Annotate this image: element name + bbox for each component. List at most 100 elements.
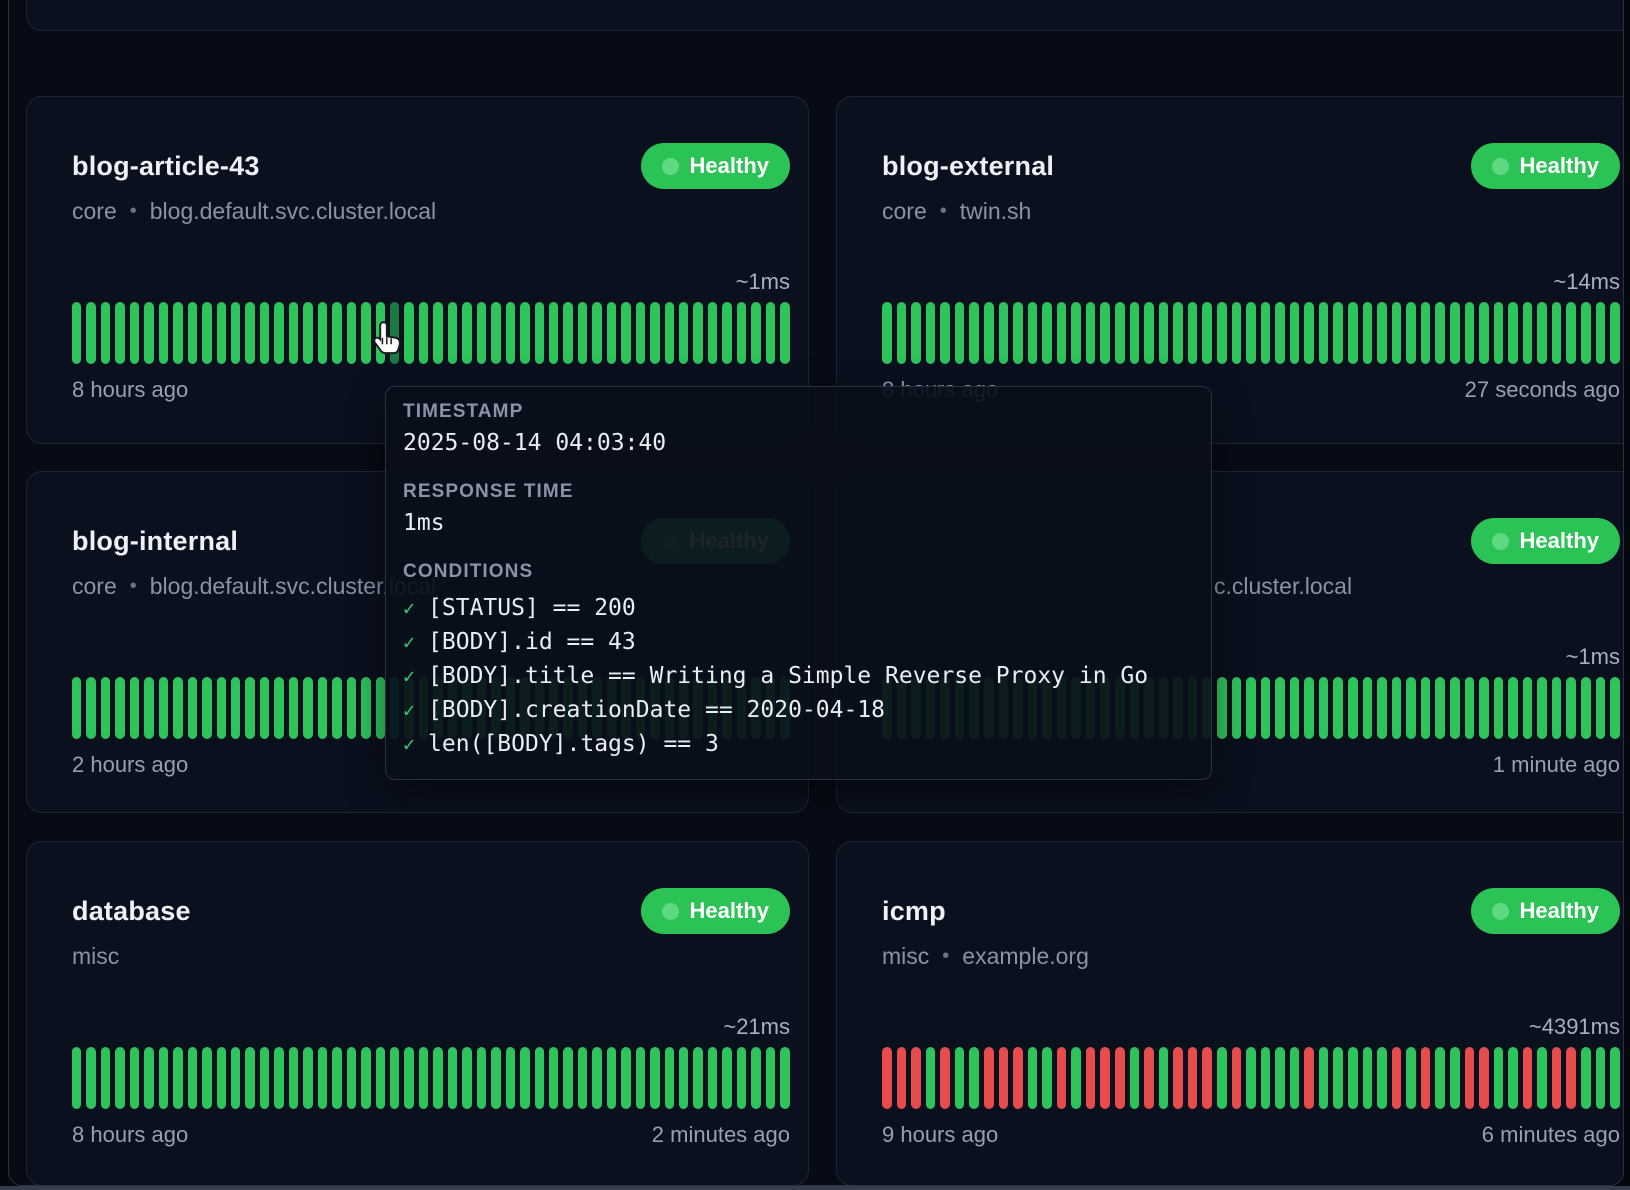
uptime-bar-up[interactable] <box>607 302 616 364</box>
uptime-bar-up[interactable] <box>159 1047 168 1109</box>
uptime-bar-up[interactable] <box>115 677 124 739</box>
uptime-bar-up[interactable] <box>1159 1047 1169 1109</box>
uptime-bar-up[interactable] <box>318 677 327 739</box>
partial-card-above[interactable] <box>26 0 1624 31</box>
uptime-bar-up[interactable] <box>592 1047 601 1109</box>
uptime-bar-up[interactable] <box>592 302 601 364</box>
uptime-bar-up[interactable] <box>1450 1047 1460 1109</box>
uptime-bar-up[interactable] <box>144 677 153 739</box>
uptime-bar-up[interactable] <box>520 302 529 364</box>
uptime-bar-up[interactable] <box>578 302 587 364</box>
uptime-bar-up[interactable] <box>1348 677 1358 739</box>
uptime-bar-down[interactable] <box>911 1047 921 1109</box>
uptime-bar-up[interactable] <box>1421 677 1431 739</box>
uptime-bar-up[interactable] <box>1581 677 1591 739</box>
uptime-bar-down[interactable] <box>1479 1047 1489 1109</box>
uptime-bar-up[interactable] <box>173 1047 182 1109</box>
uptime-bar-up[interactable] <box>419 1047 428 1109</box>
uptime-bar-up[interactable] <box>1596 1047 1606 1109</box>
uptime-bar-up[interactable] <box>999 302 1009 364</box>
uptime-bar-up[interactable] <box>390 1047 399 1109</box>
uptime-bar-up[interactable] <box>1319 302 1329 364</box>
uptime-bar-up[interactable] <box>940 302 950 364</box>
uptime-bar-up[interactable] <box>636 302 645 364</box>
uptime-bar-up[interactable] <box>563 1047 572 1109</box>
service-card-icmp[interactable]: icmpHealthymisc•example.org~4391ms9 hour… <box>836 841 1624 1186</box>
uptime-bar-up[interactable] <box>101 302 110 364</box>
uptime-bar-up[interactable] <box>86 677 95 739</box>
uptime-bar-up[interactable] <box>477 302 486 364</box>
uptime-bar-up[interactable] <box>535 1047 544 1109</box>
uptime-bar-up[interactable] <box>1042 302 1052 364</box>
uptime-bar-up[interactable] <box>188 1047 197 1109</box>
uptime-bar-up[interactable] <box>1566 677 1576 739</box>
uptime-bar-up[interactable] <box>506 1047 515 1109</box>
uptime-bar-down[interactable] <box>1013 1047 1023 1109</box>
uptime-bar-up[interactable] <box>969 302 979 364</box>
uptime-bar-up[interactable] <box>86 1047 95 1109</box>
uptime-bar-up[interactable] <box>693 1047 702 1109</box>
uptime-bar-up[interactable] <box>1130 1047 1140 1109</box>
uptime-bar-up[interactable] <box>607 1047 616 1109</box>
uptime-bar-up[interactable] <box>1071 1047 1081 1109</box>
uptime-bar-down[interactable] <box>1115 1047 1125 1109</box>
uptime-bar-up[interactable] <box>361 1047 370 1109</box>
uptime-bar-up[interactable] <box>780 302 789 364</box>
uptime-bar-up[interactable] <box>722 1047 731 1109</box>
uptime-bar-up[interactable] <box>1217 1047 1227 1109</box>
uptime-bar-up[interactable] <box>708 302 717 364</box>
uptime-bar-up[interactable] <box>231 1047 240 1109</box>
uptime-bar-up[interactable] <box>1028 302 1038 364</box>
uptime-bar-down[interactable] <box>1144 1047 1154 1109</box>
uptime-bar-up[interactable] <box>751 302 760 364</box>
uptime-bar-down[interactable] <box>897 1047 907 1109</box>
uptime-bar-up[interactable] <box>693 302 702 364</box>
uptime-bar-up[interactable] <box>1188 302 1198 364</box>
uptime-bar-up[interactable] <box>1494 677 1504 739</box>
uptime-bar-up[interactable] <box>245 1047 254 1109</box>
uptime-bar-up[interactable] <box>1537 302 1547 364</box>
uptime-bar-up[interactable] <box>448 302 457 364</box>
uptime-bar-up[interactable] <box>1537 1047 1547 1109</box>
uptime-bar-down[interactable] <box>1392 1047 1402 1109</box>
uptime-bar-up[interactable] <box>1610 1047 1620 1109</box>
uptime-bar-up[interactable] <box>1508 302 1518 364</box>
uptime-bar-up[interactable] <box>969 1047 979 1109</box>
uptime-bar-up[interactable] <box>1435 1047 1445 1109</box>
uptime-bar-down[interactable] <box>1465 1047 1475 1109</box>
uptime-bar-up[interactable] <box>274 677 283 739</box>
uptime-bar-up[interactable] <box>1348 302 1358 364</box>
uptime-bar-up[interactable] <box>1406 302 1416 364</box>
uptime-bar-down[interactable] <box>1202 1047 1212 1109</box>
uptime-bar-up[interactable] <box>1363 302 1373 364</box>
uptime-bar-up[interactable] <box>751 1047 760 1109</box>
uptime-bar-up[interactable] <box>1508 677 1518 739</box>
uptime-bar-up[interactable] <box>1319 677 1329 739</box>
uptime-bar-up[interactable] <box>737 302 746 364</box>
uptime-bar-up[interactable] <box>708 1047 717 1109</box>
uptime-bar-up[interactable] <box>1290 302 1300 364</box>
uptime-bar-up[interactable] <box>72 1047 81 1109</box>
uptime-bar-up[interactable] <box>984 302 994 364</box>
uptime-bar-up[interactable] <box>520 1047 529 1109</box>
uptime-bar-up[interactable] <box>173 677 182 739</box>
uptime-bar-up[interactable] <box>955 302 965 364</box>
uptime-bar-down[interactable] <box>1100 1047 1110 1109</box>
uptime-bar-up[interactable] <box>1348 1047 1358 1109</box>
uptime-bar-up[interactable] <box>1392 302 1402 364</box>
uptime-bar-down[interactable] <box>1173 1047 1183 1109</box>
uptime-bar-up[interactable] <box>563 302 572 364</box>
uptime-bar-up[interactable] <box>491 1047 500 1109</box>
uptime-bar-up[interactable] <box>679 1047 688 1109</box>
uptime-bar-up[interactable] <box>188 302 197 364</box>
uptime-bar-up[interactable] <box>303 1047 312 1109</box>
uptime-bar-up[interactable] <box>202 1047 211 1109</box>
uptime-bar-up[interactable] <box>462 1047 471 1109</box>
uptime-bar-up[interactable] <box>766 1047 775 1109</box>
uptime-bar-up[interactable] <box>260 677 269 739</box>
uptime-bar-up[interactable] <box>1566 302 1576 364</box>
uptime-bar-up[interactable] <box>1333 1047 1343 1109</box>
uptime-bar-up[interactable] <box>318 1047 327 1109</box>
uptime-bar-up[interactable] <box>1421 302 1431 364</box>
uptime-bar-up[interactable] <box>1523 302 1533 364</box>
